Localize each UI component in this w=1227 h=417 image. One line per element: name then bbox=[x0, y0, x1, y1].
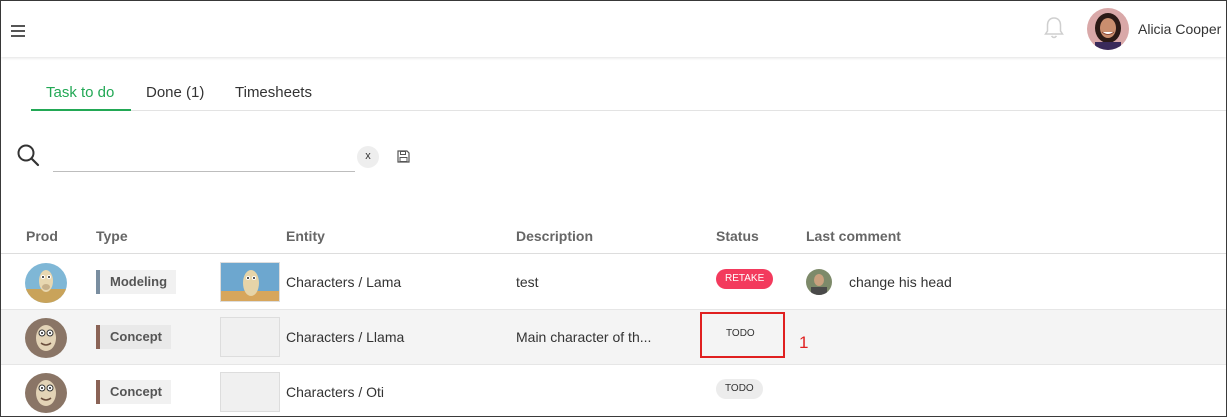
comment-author-avatar bbox=[806, 269, 832, 295]
user-avatar[interactable] bbox=[1087, 8, 1129, 50]
annotation-highlight-box bbox=[700, 312, 785, 358]
clear-search-button[interactable]: x bbox=[357, 146, 379, 168]
production-avatar[interactable] bbox=[25, 263, 67, 303]
user-name[interactable]: Alicia Cooper bbox=[1138, 21, 1221, 37]
task-type-tag[interactable]: Concept bbox=[96, 325, 171, 349]
task-type-tag[interactable]: Modeling bbox=[96, 270, 177, 294]
task-type-tag[interactable]: Concept bbox=[96, 380, 171, 404]
status-badge[interactable]: RETAKE bbox=[716, 269, 774, 289]
top-bar: Alicia Cooper bbox=[1, 1, 1226, 57]
column-header-prod[interactable]: Prod bbox=[26, 228, 58, 244]
task-description: Main character of th... bbox=[516, 329, 652, 345]
column-header-type[interactable]: Type bbox=[96, 228, 128, 244]
entity-thumbnail[interactable] bbox=[220, 317, 280, 357]
hamburger-menu-icon[interactable] bbox=[11, 25, 25, 37]
last-comment-text: change his head bbox=[849, 274, 952, 290]
active-tab-indicator bbox=[31, 109, 131, 111]
table-row[interactable]: Concept Characters / Llama Main characte… bbox=[1, 310, 1226, 365]
annotation-number: 1 bbox=[799, 333, 809, 352]
entity-name[interactable]: Characters / Lama bbox=[286, 274, 401, 290]
table-header: Prod Type Entity Description Status Last… bbox=[1, 220, 1226, 254]
production-avatar[interactable] bbox=[25, 373, 67, 413]
tab-done[interactable]: Done (1) bbox=[146, 84, 204, 101]
bell-icon[interactable] bbox=[1042, 15, 1066, 41]
status-badge[interactable]: TODO bbox=[716, 379, 763, 399]
search-input[interactable] bbox=[53, 146, 355, 172]
column-header-status[interactable]: Status bbox=[716, 228, 759, 244]
entity-name[interactable]: Characters / Llama bbox=[286, 329, 404, 345]
production-avatar[interactable] bbox=[25, 318, 67, 358]
table-row[interactable]: Modeling Characters / Lama test RETAKE c… bbox=[1, 255, 1226, 310]
task-description: test bbox=[516, 274, 539, 290]
tab-bar: Task to do Done (1) Timesheets bbox=[31, 80, 1226, 111]
entity-name[interactable]: Characters / Oti bbox=[286, 384, 384, 400]
column-header-entity[interactable]: Entity bbox=[286, 228, 325, 244]
tab-task-to-do[interactable]: Task to do bbox=[46, 84, 114, 101]
save-icon[interactable] bbox=[397, 150, 410, 163]
entity-thumbnail[interactable] bbox=[220, 372, 280, 412]
column-header-last-comment[interactable]: Last comment bbox=[806, 228, 901, 244]
table-row[interactable]: Concept Characters / Oti TODO bbox=[1, 365, 1226, 417]
search-icon bbox=[17, 144, 40, 167]
column-header-description[interactable]: Description bbox=[516, 228, 593, 244]
tab-timesheets[interactable]: Timesheets bbox=[235, 84, 312, 101]
entity-thumbnail[interactable] bbox=[220, 262, 280, 302]
